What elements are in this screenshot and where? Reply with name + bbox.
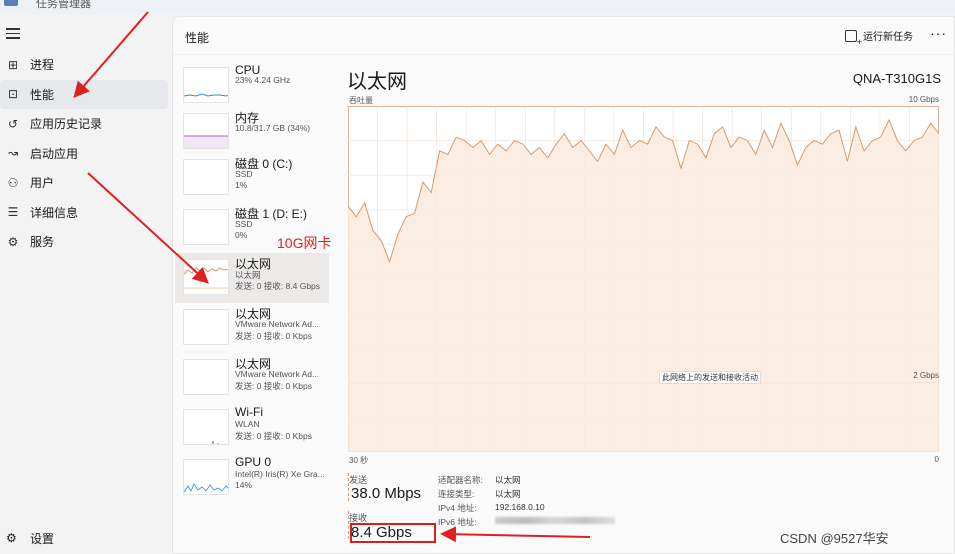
device-traffic: 发送: 0 接收: 8.4 Gbps xyxy=(235,281,321,291)
prop-value: 以太网 xyxy=(495,489,521,499)
device-usage: 0% xyxy=(235,230,248,240)
sidebar-item-services[interactable]: ⚙ 服务 xyxy=(0,227,170,257)
sidebar-item-startup-apps[interactable]: ↝ 启动应用 xyxy=(0,139,170,169)
details-icon: ☰ xyxy=(7,205,19,220)
device-detail: 23% 4.24 GHz xyxy=(235,75,291,85)
device-disk-0[interactable]: 磁盘 0 (C:) SSD 1% xyxy=(175,153,329,203)
annotation-10g-nic: 10G网卡 xyxy=(277,235,332,251)
graph-time-start: 30 秒 xyxy=(349,456,369,465)
memory-thumbnail xyxy=(183,113,229,149)
device-gpu-0[interactable]: GPU 0 Intel(R) Iris(R) Xe Gra... 14% xyxy=(175,453,329,503)
sidebar-item-performance[interactable]: ⊡ 性能 xyxy=(0,79,168,109)
prop-value: 以太网 xyxy=(495,475,521,485)
task-manager-app-icon xyxy=(4,0,18,6)
device-detail: VMware Network Ad... xyxy=(235,319,320,329)
run-new-task-button[interactable]: 运行新任务 xyxy=(845,28,913,47)
device-wifi[interactable]: Wi-Fi WLAN 发送: 0 接收: 0 Kbps xyxy=(175,403,329,453)
device-detail: 10.8/31.7 GB (34%) xyxy=(235,123,311,133)
device-name: GPU 0 xyxy=(235,455,272,469)
sidebar-item-processes[interactable]: ⊞ 进程 xyxy=(0,50,170,80)
sidebar-item-app-history[interactable]: ↺ 应用历史记录 xyxy=(0,109,170,139)
disk-0-thumbnail xyxy=(183,159,229,195)
page-title: 性能 xyxy=(185,31,210,45)
receive-value: 8.4 Gbps xyxy=(351,524,412,541)
device-usage: 14% xyxy=(235,480,253,490)
throughput-max-label: 10 Gbps xyxy=(908,95,939,104)
disk-1-thumbnail xyxy=(183,209,229,245)
sidebar-nav: ⊞ 进程 ⊡ 性能 ↺ 应用历史记录 ↝ 启动应用 ⚇ 用户 ☰ 详细信息 ⚙ 服务 xyxy=(0,50,170,257)
device-cpu[interactable]: CPU 23% 4.24 GHz xyxy=(175,61,329,111)
ethernet-thumbnail xyxy=(183,309,229,345)
sidebar-item-label: 性能 xyxy=(30,87,55,102)
detail-title: 以太网 xyxy=(347,71,407,93)
users-icon: ⚇ xyxy=(7,175,19,190)
history-icon: ↺ xyxy=(7,116,19,131)
ethernet-thumbnail xyxy=(183,259,229,295)
sidebar-item-details[interactable]: ☰ 详细信息 xyxy=(0,198,170,228)
graph-secondary-label: 此网络上的发送和接收活动 xyxy=(659,371,761,384)
performance-icon: ⊡ xyxy=(7,87,19,102)
sidebar-item-users[interactable]: ⚇ 用户 xyxy=(0,168,170,198)
main-header: 性能 运行新任务 ··· xyxy=(173,17,955,55)
startup-icon: ↝ xyxy=(7,146,19,161)
ethernet-thumbnail xyxy=(183,359,229,395)
run-new-task-label: 运行新任务 xyxy=(863,32,913,43)
gpu-thumbnail xyxy=(183,459,229,495)
device-usage: 1% xyxy=(235,180,248,190)
sidebar-item-label: 进程 xyxy=(30,58,55,73)
device-memory[interactable]: 内存 10.8/31.7 GB (34%) xyxy=(175,107,329,157)
graph-secondary-scale: 2 Gbps xyxy=(913,371,939,380)
sidebar-item-label: 详细信息 xyxy=(30,205,79,220)
more-options-button[interactable]: ··· xyxy=(930,25,947,41)
menu-toggle-icon[interactable] xyxy=(6,28,20,40)
throughput-graph xyxy=(348,106,939,452)
app-title: 任务管理器 xyxy=(36,0,91,10)
main-panel: 性能 运行新任务 ··· CPU 23% 4.24 GHz 内存 10.8/31… xyxy=(172,16,955,554)
device-ethernet-vmware-2[interactable]: 以太网 VMware Network Ad... 发送: 0 接收: 0 Kbp… xyxy=(175,353,329,403)
sidebar-item-label: 服务 xyxy=(30,235,55,250)
sidebar-item-label: 应用历史记录 xyxy=(30,117,103,132)
device-detail: VMware Network Ad... xyxy=(235,369,320,379)
watermark: CSDN @9527华安 xyxy=(780,531,889,546)
throughput-area xyxy=(348,119,939,452)
device-traffic: 发送: 0 接收: 0 Kbps xyxy=(235,331,312,341)
prop-value: 192.168.0.10 xyxy=(495,502,545,512)
send-value: 38.0 Mbps xyxy=(351,485,422,502)
settings-button[interactable]: ⚙ 设置 xyxy=(0,528,54,548)
detail-device-name: QNA-T310G1S xyxy=(852,71,941,86)
device-traffic: 发送: 0 接收: 0 Kbps xyxy=(235,431,312,441)
sidebar-item-label: 用户 xyxy=(30,176,55,191)
device-detail: SSD xyxy=(235,219,253,229)
graph-time-end: 0 xyxy=(934,455,939,464)
settings-label: 设置 xyxy=(30,531,55,546)
sidebar-item-label: 启动应用 xyxy=(30,146,79,161)
device-name: Wi-Fi xyxy=(235,405,263,419)
title-bar: 任务管理器 xyxy=(0,0,955,14)
prop-key: 连接类型: xyxy=(438,489,475,499)
throughput-label: 吞吐量 xyxy=(349,96,373,105)
prop-key: IPv6 地址: xyxy=(438,517,477,527)
device-ethernet-10g[interactable]: 以太网 以太网 发送: 0 接收: 8.4 Gbps xyxy=(175,253,329,303)
new-task-icon xyxy=(845,29,862,47)
processes-icon: ⊞ xyxy=(7,57,19,72)
device-detail: Intel(R) Iris(R) Xe Gra... xyxy=(235,469,325,479)
prop-key: IPv4 地址: xyxy=(438,503,477,513)
gear-icon: ⚙ xyxy=(6,531,17,545)
device-detail: SSD xyxy=(235,169,253,179)
cpu-thumbnail xyxy=(183,67,229,103)
wifi-thumbnail xyxy=(183,409,229,445)
device-detail: WLAN xyxy=(235,419,260,429)
ipv6-address-redacted xyxy=(495,517,615,524)
prop-key: 适配器名称: xyxy=(438,475,483,485)
services-icon: ⚙ xyxy=(7,234,19,249)
device-ethernet-vmware-1[interactable]: 以太网 VMware Network Ad... 发送: 0 接收: 0 Kbp… xyxy=(175,303,329,353)
device-traffic: 发送: 0 接收: 0 Kbps xyxy=(235,381,312,391)
